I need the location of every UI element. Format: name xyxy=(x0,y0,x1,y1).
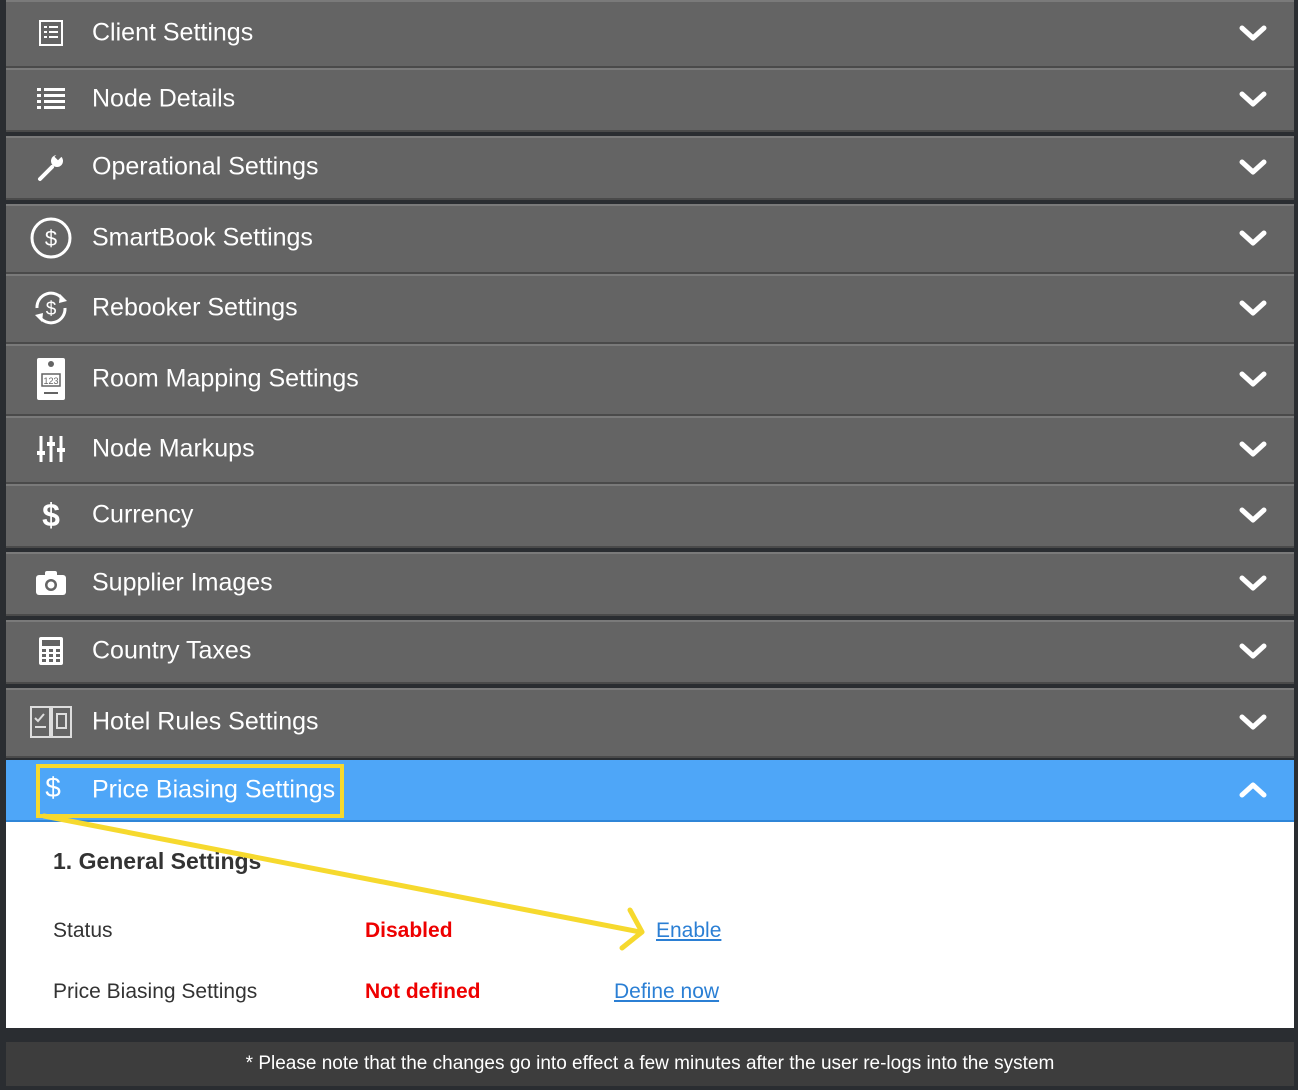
section-title: Hotel Rules Settings xyxy=(92,707,319,736)
svg-text:$: $ xyxy=(45,226,57,251)
dollar-icon: $ xyxy=(42,496,60,533)
rulebook-icon xyxy=(28,699,74,745)
section-country-taxes[interactable]: Country Taxes xyxy=(6,620,1294,684)
chevron-down-icon xyxy=(1239,230,1267,246)
svg-text:$: $ xyxy=(46,299,57,320)
price-biasing-settings-label: Price Biasing Settings xyxy=(53,980,258,1003)
bulleted-list-icon xyxy=(28,76,74,122)
section-rebooker-settings[interactable]: $ Rebooker Settings xyxy=(6,274,1294,344)
chevron-down-icon xyxy=(1239,714,1267,730)
chevron-down-icon xyxy=(1239,371,1267,387)
enable-link[interactable]: Enable xyxy=(656,919,721,943)
chevron-down-icon xyxy=(1239,159,1267,175)
calculator-icon xyxy=(28,628,74,674)
sliders-icon xyxy=(28,426,74,472)
section-title: Price Biasing Settings xyxy=(92,775,336,804)
section-node-details[interactable]: Node Details xyxy=(6,68,1294,132)
dollar-refresh-icon: $ xyxy=(28,285,74,331)
chevron-down-icon xyxy=(1239,300,1267,316)
section-title: Room Mapping Settings xyxy=(92,364,359,393)
chevron-down-icon xyxy=(1239,91,1267,107)
chevron-down-icon xyxy=(1239,441,1267,457)
section-hotel-rules-settings[interactable]: Hotel Rules Settings xyxy=(6,688,1294,758)
price-biasing-settings-value: Not defined xyxy=(365,980,481,1003)
section-title: Node Markups xyxy=(92,434,255,463)
section-title: SmartBook Settings xyxy=(92,223,313,252)
chevron-down-icon xyxy=(1239,575,1267,591)
section-operational-settings[interactable]: Operational Settings xyxy=(6,136,1294,200)
section-currency[interactable]: $ Currency xyxy=(6,484,1294,548)
section-title: Country Taxes xyxy=(92,636,252,665)
camera-icon xyxy=(28,560,74,606)
price-biasing-panel: 1. General Settings Status Disabled Enab… xyxy=(6,822,1294,1028)
section-title: Operational Settings xyxy=(92,152,319,181)
status-value: Disabled xyxy=(365,919,453,942)
section-title: Supplier Images xyxy=(92,568,273,597)
chevron-down-icon xyxy=(1239,643,1267,659)
wrench-icon xyxy=(28,144,74,190)
section-supplier-images[interactable]: Supplier Images xyxy=(6,552,1294,616)
section-title: Rebooker Settings xyxy=(92,293,298,322)
section-title: Node Details xyxy=(92,84,236,113)
room-tag-icon: 123 xyxy=(28,356,74,402)
footer-note: * Please note that the changes go into e… xyxy=(6,1042,1294,1086)
svg-text:123: 123 xyxy=(43,376,58,386)
section-node-markups[interactable]: Node Markups xyxy=(6,416,1294,484)
section-price-biasing-settings[interactable]: $ Price Biasing Settings xyxy=(6,760,1294,822)
status-label: Status xyxy=(53,919,113,942)
chevron-down-icon xyxy=(1239,25,1267,41)
section-title: Client Settings xyxy=(92,18,254,47)
section-client-settings[interactable]: Client Settings xyxy=(6,0,1294,68)
dollar-icon: $ xyxy=(45,772,61,803)
chevron-up-icon xyxy=(1239,782,1267,798)
section-room-mapping-settings[interactable]: 123 Room Mapping Settings xyxy=(6,344,1294,416)
chevron-down-icon xyxy=(1239,507,1267,523)
define-now-link[interactable]: Define now xyxy=(614,980,719,1004)
dollar-circle-icon: $ xyxy=(28,215,74,261)
list-document-icon xyxy=(28,10,74,56)
general-settings-heading: 1. General Settings xyxy=(53,848,262,874)
section-smartbook-settings[interactable]: $ SmartBook Settings xyxy=(6,204,1294,274)
section-title: Currency xyxy=(92,500,194,529)
